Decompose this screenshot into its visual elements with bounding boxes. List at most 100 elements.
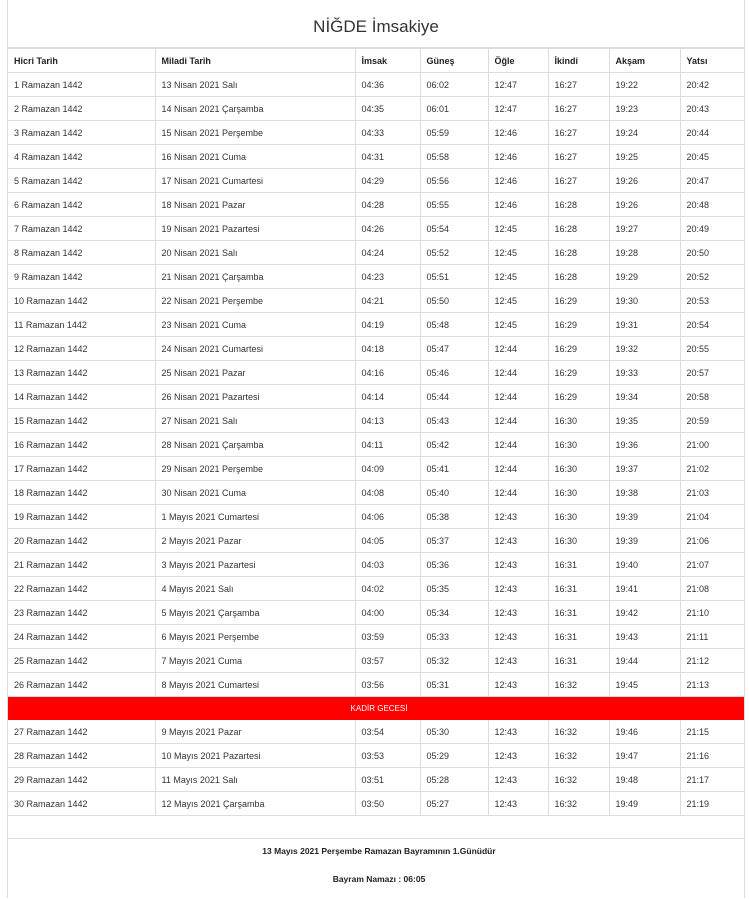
- imsak-cell: 04:08: [354, 480, 421, 505]
- aksam-cell: 19:23: [608, 96, 681, 121]
- ogle-cell: 12:46: [487, 192, 549, 217]
- aksam-cell: 19:32: [608, 336, 681, 361]
- ikindi-cell: 16:28: [547, 240, 610, 265]
- column-header-ikindi: İkindi: [547, 48, 610, 73]
- imsak-cell: 04:09: [354, 456, 421, 481]
- hicri-tarih-cell: 15 Ramazan 1442: [8, 408, 156, 433]
- hicri-tarih-cell: 11 Ramazan 1442: [8, 312, 156, 337]
- ogle-cell: 12:44: [487, 360, 549, 385]
- aksam-cell: 19:47: [608, 743, 681, 768]
- miladi-tarih-cell: 9 Mayıs 2021 Pazar: [154, 719, 356, 744]
- ogle-cell: 12:44: [487, 408, 549, 433]
- table-row: 13 Ramazan 1442 25 Nisan 2021 Pazar 04:16 0…: [8, 360, 744, 385]
- gunes-cell: 05:29: [419, 743, 489, 768]
- ogle-cell: 12:43: [487, 767, 549, 792]
- aksam-cell: 19:31: [608, 312, 681, 337]
- gunes-cell: 05:50: [419, 288, 489, 313]
- ogle-cell: 12:45: [487, 240, 549, 265]
- column-header-ogle: Öğle: [487, 48, 549, 73]
- imsak-cell: 04:19: [354, 312, 421, 337]
- table-row: 20 Ramazan 1442 2 Mayıs 2021 Pazar 04:05 05…: [8, 528, 744, 553]
- yatsi-cell: 20:52: [679, 264, 744, 289]
- hicri-tarih-cell: 29 Ramazan 1442: [8, 767, 156, 792]
- ikindi-cell: 16:28: [547, 192, 610, 217]
- ogle-cell: 12:43: [487, 791, 549, 816]
- miladi-tarih-cell: 5 Mayıs 2021 Çarşamba: [154, 600, 356, 625]
- gunes-cell: 05:56: [419, 168, 489, 193]
- ogle-cell: 12:44: [487, 384, 549, 409]
- hicri-tarih-cell: 10 Ramazan 1442: [8, 288, 156, 313]
- hicri-tarih-cell: 14 Ramazan 1442: [8, 384, 156, 409]
- ogle-cell: 12:44: [487, 336, 549, 361]
- ikindi-cell: 16:30: [547, 456, 610, 481]
- gunes-cell: 05:43: [419, 408, 489, 433]
- imsak-cell: 04:29: [354, 168, 421, 193]
- column-header-imsak: İmsak: [354, 48, 421, 73]
- hicri-tarih-cell: 26 Ramazan 1442: [8, 672, 156, 697]
- imsak-cell: 04:11: [354, 432, 421, 457]
- imsak-cell: 04:21: [354, 288, 421, 313]
- yatsi-cell: 21:08: [679, 576, 744, 601]
- hicri-tarih-cell: 30 Ramazan 1442: [8, 791, 156, 816]
- spacer-cell: [8, 815, 744, 839]
- aksam-cell: 19:35: [608, 408, 681, 433]
- gunes-cell: 05:28: [419, 767, 489, 792]
- gunes-cell: 05:47: [419, 336, 489, 361]
- yatsi-cell: 21:07: [679, 552, 744, 577]
- ikindi-cell: 16:27: [547, 168, 610, 193]
- hicri-tarih-cell: 5 Ramazan 1442: [8, 168, 156, 193]
- aksam-cell: 19:26: [608, 168, 681, 193]
- imsak-cell: 04:24: [354, 240, 421, 265]
- ogle-cell: 12:44: [487, 432, 549, 457]
- miladi-tarih-cell: 19 Nisan 2021 Pazartesi: [154, 216, 356, 241]
- table-row: 7 Ramazan 1442 19 Nisan 2021 Pazartesi 04:…: [8, 216, 744, 241]
- yatsi-cell: 21:16: [679, 743, 744, 768]
- hicri-tarih-cell: 1 Ramazan 1442: [8, 72, 156, 97]
- table-row: 25 Ramazan 1442 7 Mayıs 2021 Cuma 03:57 05:…: [8, 648, 744, 673]
- hicri-tarih-cell: 7 Ramazan 1442: [8, 216, 156, 241]
- gunes-cell: 05:52: [419, 240, 489, 265]
- ogle-cell: 12:44: [487, 456, 549, 481]
- aksam-cell: 19:42: [608, 600, 681, 625]
- miladi-tarih-cell: 13 Nisan 2021 Salı: [154, 72, 356, 97]
- aksam-cell: 19:25: [608, 144, 681, 169]
- kadir-gecesi-label: KADİR GECESİ: [8, 696, 744, 720]
- bayram-namazi-text: Bayram Namazı : 06:05: [332, 874, 426, 884]
- imsak-cell: 04:23: [354, 264, 421, 289]
- ikindi-cell: 16:32: [547, 767, 610, 792]
- imsak-cell: 04:16: [354, 360, 421, 385]
- yatsi-cell: 20:45: [679, 144, 744, 169]
- hicri-tarih-cell: 6 Ramazan 1442: [8, 192, 156, 217]
- table-row: 24 Ramazan 1442 6 Mayıs 2021 Perşembe 03:5…: [8, 624, 744, 649]
- miladi-tarih-cell: 4 Mayıs 2021 Salı: [154, 576, 356, 601]
- footer-cell: 13 Mayıs 2021 Perşembe Ramazan Bayramını…: [8, 838, 744, 899]
- hicri-tarih-cell: 25 Ramazan 1442: [8, 648, 156, 673]
- imsak-cell: 04:03: [354, 552, 421, 577]
- aksam-cell: 19:24: [608, 120, 681, 145]
- imsak-cell: 04:36: [354, 72, 421, 97]
- column-header-hicri: Hicri Tarih: [8, 48, 156, 73]
- ogle-cell: 12:45: [487, 216, 549, 241]
- table-row: 3 Ramazan 1442 15 Nisan 2021 Perşembe 04:3…: [8, 120, 744, 145]
- hicri-tarih-cell: 8 Ramazan 1442: [8, 240, 156, 265]
- gunes-cell: 05:48: [419, 312, 489, 337]
- bayram-day-text: 13 Mayıs 2021 Perşembe Ramazan Bayramını…: [262, 846, 496, 856]
- table-row: 18 Ramazan 1442 30 Nisan 2021 Cuma 04:08 05…: [8, 480, 744, 505]
- spacer-row: [8, 815, 744, 839]
- ikindi-cell: 16:29: [547, 336, 610, 361]
- miladi-tarih-cell: 11 Mayıs 2021 Salı: [154, 767, 356, 792]
- aksam-cell: 19:48: [608, 767, 681, 792]
- table-body-before: 1 Ramazan 1442 13 Nisan 2021 Salı 04:36 06:…: [8, 72, 744, 697]
- aksam-cell: 19:33: [608, 360, 681, 385]
- yatsi-cell: 20:55: [679, 336, 744, 361]
- yatsi-cell: 21:00: [679, 432, 744, 457]
- hicri-tarih-cell: 20 Ramazan 1442: [8, 528, 156, 553]
- gunes-cell: 05:34: [419, 600, 489, 625]
- column-header-aksam: Akşam: [608, 48, 681, 73]
- gunes-cell: 06:02: [419, 72, 489, 97]
- hicri-tarih-cell: 2 Ramazan 1442: [8, 96, 156, 121]
- miladi-tarih-cell: 21 Nisan 2021 Çarşamba: [154, 264, 356, 289]
- gunes-cell: 05:31: [419, 672, 489, 697]
- gunes-cell: 05:42: [419, 432, 489, 457]
- table-row: 15 Ramazan 1442 27 Nisan 2021 Salı 04:13 05…: [8, 408, 744, 433]
